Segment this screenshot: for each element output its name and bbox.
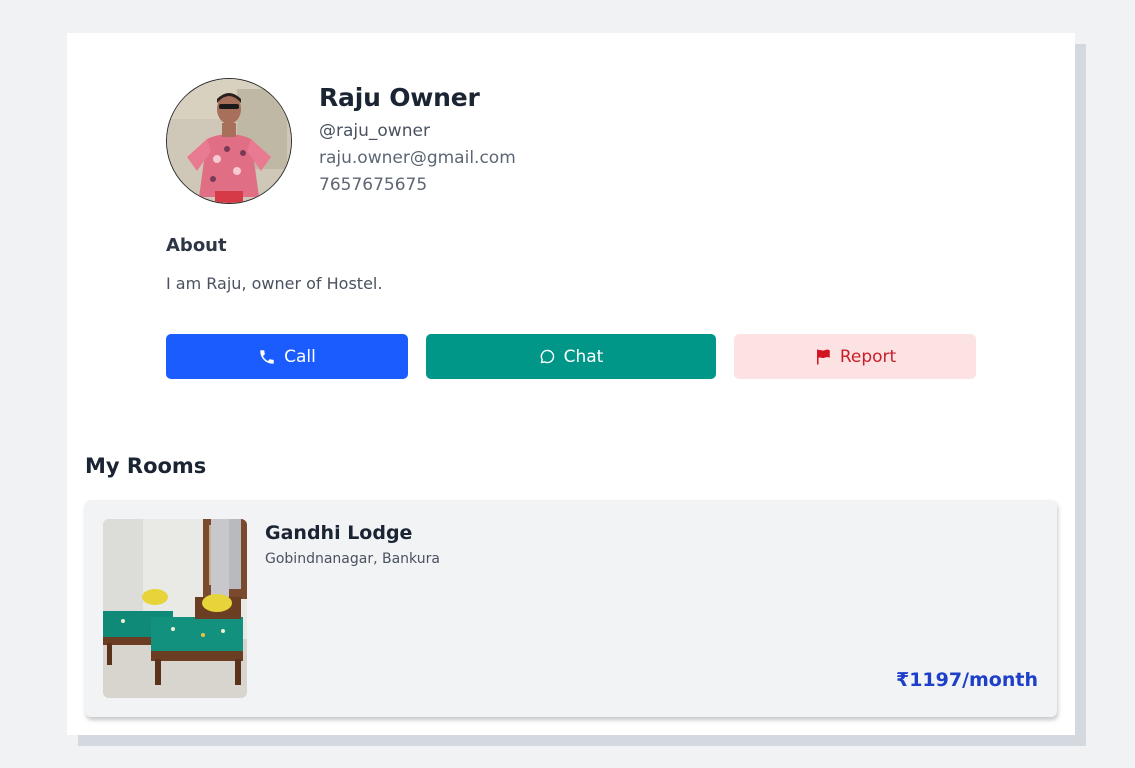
- profile-username: @raju_owner: [319, 121, 430, 141]
- room-card[interactable]: Gandhi Lodge Gobindnanagar, Bankura ₹119…: [85, 500, 1057, 717]
- chat-button[interactable]: Chat: [426, 334, 716, 379]
- avatar: [166, 78, 292, 204]
- profile-card: Raju Owner @raju_owner raju.owner@gmail.…: [67, 33, 1075, 735]
- room-image: [103, 519, 247, 698]
- room-location: Gobindnanagar, Bankura: [265, 551, 440, 567]
- about-heading: About: [166, 235, 227, 256]
- my-rooms-heading: My Rooms: [85, 454, 207, 478]
- profile-name: Raju Owner: [319, 83, 480, 112]
- call-button[interactable]: Call: [166, 334, 408, 379]
- profile-email: raju.owner@gmail.com: [319, 148, 516, 168]
- chat-bubble-icon: [539, 348, 556, 365]
- room-price: ₹1197/month: [895, 669, 1038, 691]
- room-title: Gandhi Lodge: [265, 522, 413, 544]
- profile-phone: 7657675675: [319, 175, 428, 195]
- about-text: I am Raju, owner of Hostel.: [166, 274, 383, 293]
- chat-button-label: Chat: [563, 346, 604, 367]
- call-button-label: Call: [284, 346, 316, 367]
- report-button[interactable]: Report: [734, 334, 976, 379]
- report-button-label: Report: [839, 346, 897, 367]
- flag-icon: [814, 348, 832, 366]
- phone-icon: [258, 348, 276, 366]
